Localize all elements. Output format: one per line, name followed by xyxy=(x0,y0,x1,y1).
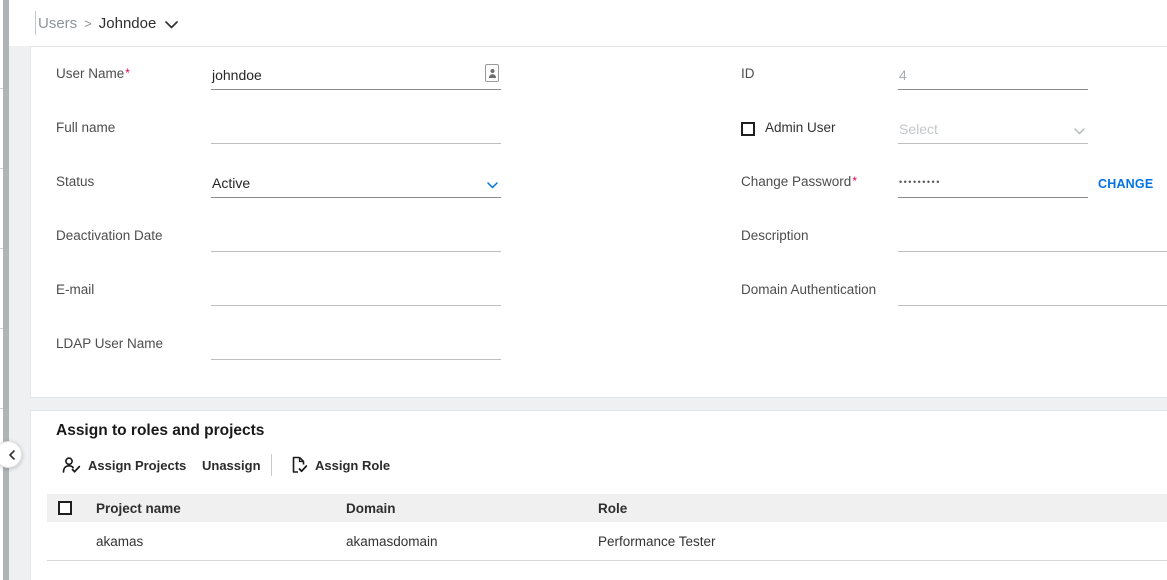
admin-user-label: Admin User xyxy=(765,120,836,135)
admin-user-checkbox[interactable] xyxy=(741,122,755,136)
description-label: Description xyxy=(741,228,809,243)
breadcrumb-separator: > xyxy=(84,16,92,31)
id-row: ID 4 xyxy=(31,50,1131,90)
breadcrumb-current-user[interactable]: Johndoe xyxy=(99,15,157,32)
page-check-icon xyxy=(290,456,308,474)
toolbar-divider xyxy=(271,454,272,476)
ldap-user-name-label: LDAP User Name xyxy=(56,336,163,351)
cell-role: Performance Tester xyxy=(598,522,716,561)
ldap-user-name-row: LDAP User Name xyxy=(31,320,531,360)
assign-roles-panel: Assign to roles and projects Assign Proj… xyxy=(30,410,1167,580)
ldap-user-name-input[interactable] xyxy=(211,326,501,360)
breadcrumb-bar: Users > Johndoe xyxy=(9,0,1167,46)
cell-domain: akamasdomain xyxy=(346,522,438,561)
user-detail-screen: Users > Johndoe User Name* johndoe Full … xyxy=(0,0,1167,580)
table-row[interactable]: akamas akamasdomain Performance Tester xyxy=(47,522,1167,561)
change-password-row: Change Password* ••••••••• CHANGE xyxy=(31,158,1131,198)
column-header-project-name[interactable]: Project name xyxy=(96,494,181,522)
admin-user-select[interactable]: Select xyxy=(898,110,1088,144)
sidebar-scrollbar[interactable] xyxy=(3,0,9,580)
column-header-domain[interactable]: Domain xyxy=(346,494,396,522)
table-header-row: Project name Domain Role xyxy=(47,494,1167,522)
select-all-checkbox[interactable] xyxy=(58,501,72,515)
breadcrumb-users-link[interactable]: Users xyxy=(38,15,77,32)
unassign-button[interactable]: Unassign xyxy=(202,451,261,479)
change-password-label: Change Password* xyxy=(741,174,857,189)
assign-role-label: Assign Role xyxy=(315,458,390,473)
assign-toolbar: Assign Projects Unassign Assign Role xyxy=(31,451,1167,479)
password-dots: ••••••••• xyxy=(899,177,941,187)
admin-user-row: Admin User Select xyxy=(31,104,1131,144)
chevron-down-icon[interactable] xyxy=(1074,128,1085,135)
description-input[interactable] xyxy=(898,218,1167,252)
unassign-label: Unassign xyxy=(202,458,261,473)
chevron-left-icon xyxy=(8,450,16,460)
domain-authentication-row: Domain Authentication xyxy=(31,266,1167,306)
id-field: 4 xyxy=(898,56,1088,90)
description-row: Description xyxy=(31,212,1167,252)
projects-roles-table: Project name Domain Role akamas akamasdo… xyxy=(47,494,1167,561)
domain-authentication-label: Domain Authentication xyxy=(741,282,876,297)
domain-authentication-input[interactable] xyxy=(898,272,1167,306)
assign-projects-label: Assign Projects xyxy=(88,458,186,473)
user-details-panel: User Name* johndoe Full name Status Acti… xyxy=(30,46,1167,398)
person-check-icon xyxy=(62,456,81,474)
id-label: ID xyxy=(741,66,755,81)
assign-section-title: Assign to roles and projects xyxy=(56,422,264,440)
breadcrumb: Users > Johndoe xyxy=(38,0,178,46)
cell-project-name: akamas xyxy=(96,522,143,561)
chevron-down-icon[interactable] xyxy=(165,21,178,29)
assign-projects-button[interactable]: Assign Projects xyxy=(62,451,186,479)
password-field[interactable]: ••••••••• xyxy=(898,164,1088,198)
column-header-role[interactable]: Role xyxy=(598,494,627,522)
text-caret xyxy=(35,11,36,35)
assign-role-button[interactable]: Assign Role xyxy=(290,451,390,479)
change-password-button[interactable]: CHANGE xyxy=(1098,177,1153,191)
required-asterisk: * xyxy=(852,174,857,188)
sidebar-collapse-button[interactable] xyxy=(0,441,22,468)
